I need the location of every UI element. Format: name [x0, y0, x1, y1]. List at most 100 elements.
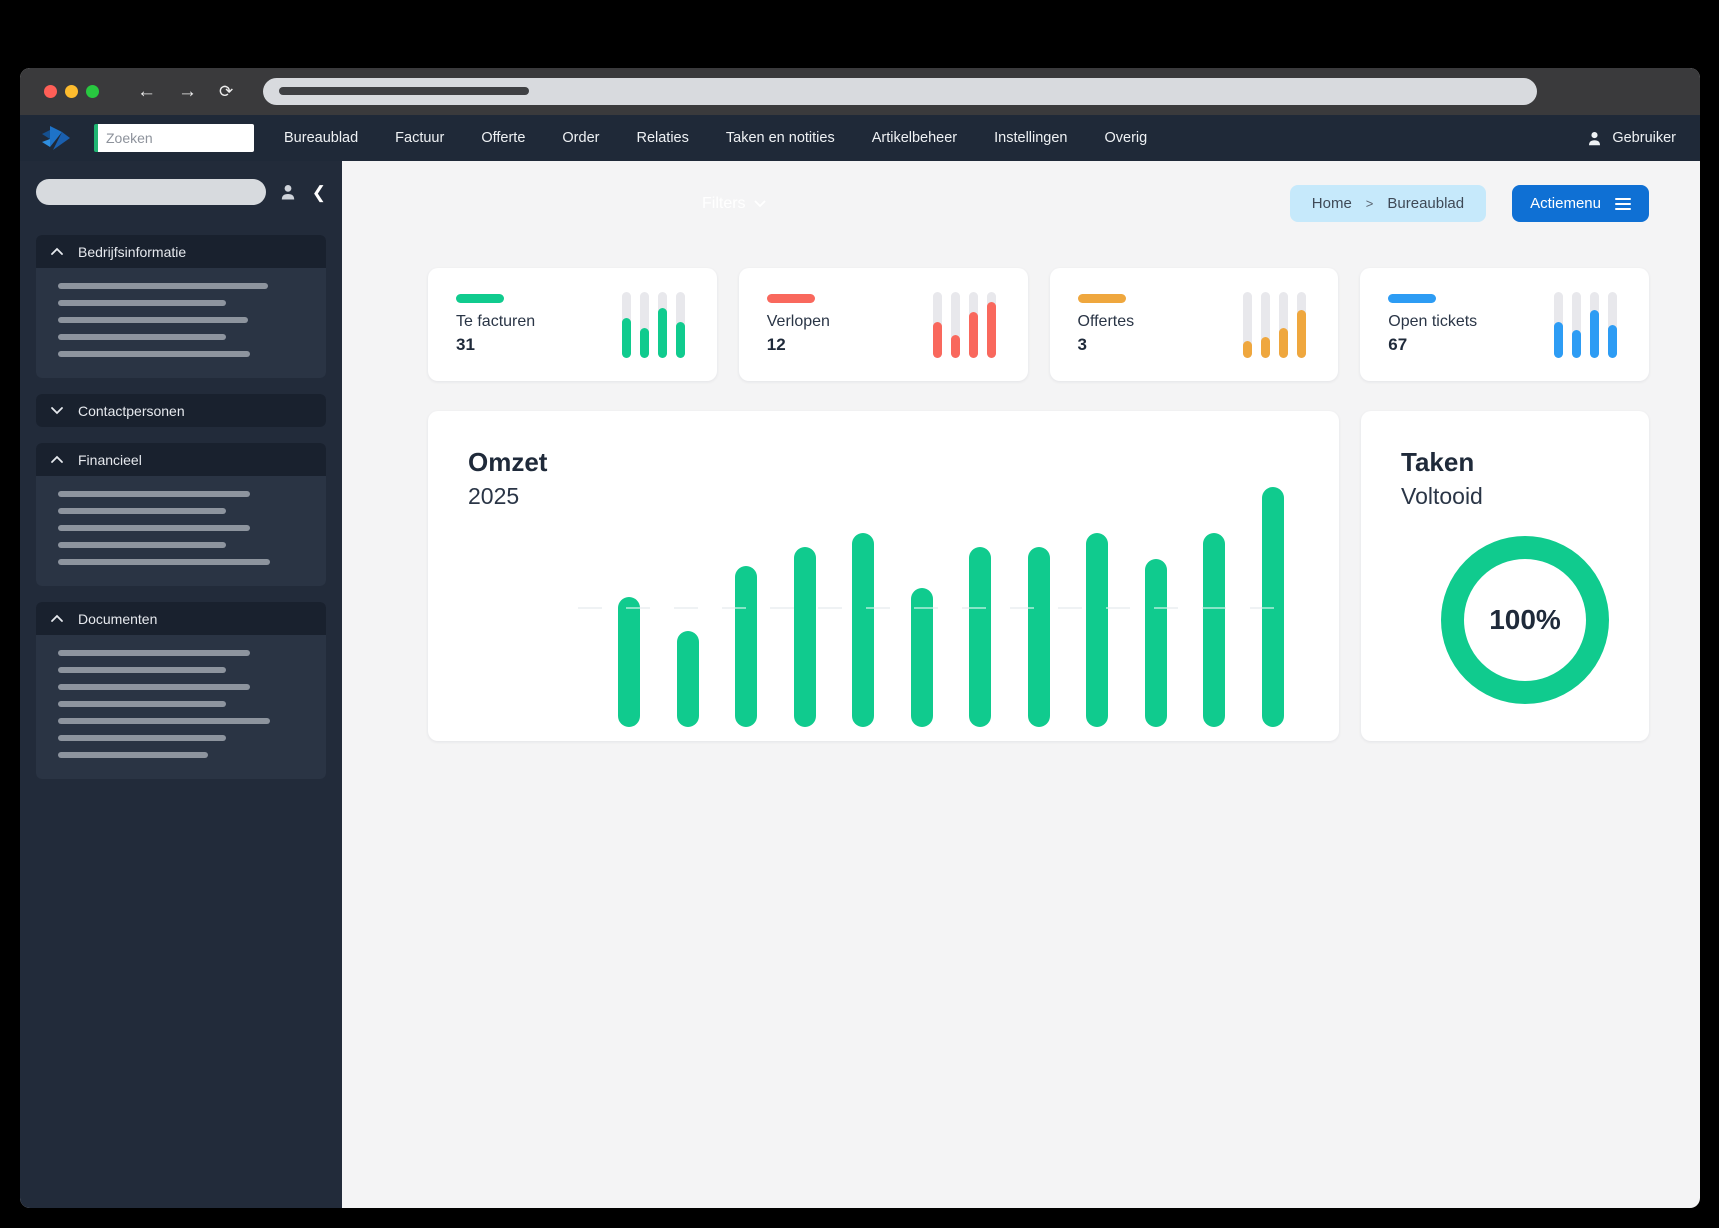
stat-card-offertes[interactable]: Offertes 3: [1049, 268, 1339, 381]
url-placeholder-text: [279, 87, 530, 95]
sparkline-bar-fill: [639, 327, 649, 358]
sparkline-bar-fill: [932, 321, 942, 358]
nav-item-factuur[interactable]: Factuur: [395, 130, 444, 146]
forward-icon[interactable]: →: [178, 82, 197, 101]
sidebar-section-label: Bedrijfsinformatie: [78, 243, 187, 260]
nav-item-bureaublad[interactable]: Bureaublad: [284, 130, 358, 146]
stat-card-info: Verlopen 12: [766, 294, 830, 355]
stat-color-pill: [766, 294, 815, 303]
placeholder-line: [58, 525, 250, 531]
nav-item-order[interactable]: Order: [562, 130, 599, 146]
nav-item-offerte[interactable]: Offerte: [481, 130, 525, 146]
stat-sparkline-chart: [1554, 291, 1617, 358]
tasks-title: Taken: [1401, 447, 1475, 477]
placeholder-line: [58, 718, 270, 724]
stat-sparkline-chart: [1243, 291, 1307, 358]
chevron-up-icon: [50, 614, 64, 623]
stat-card-value: 3: [1077, 335, 1087, 354]
browser-chrome: ← → ⟳: [20, 68, 1700, 115]
sidebar-section-documenten: Documenten: [36, 602, 326, 779]
placeholder-line: [58, 317, 248, 323]
breadcrumb-separator: >: [1365, 196, 1374, 211]
placeholder-line: [58, 701, 226, 707]
filters-dropdown[interactable]: Filters: [702, 195, 766, 213]
revenue-bar-10: [1144, 559, 1167, 727]
placeholder-line: [58, 542, 226, 548]
sparkline-bar-track: [1572, 291, 1581, 358]
sidebar-section-header-documenten[interactable]: Documenten: [36, 602, 326, 635]
traffic-lights: [44, 85, 99, 98]
sparkline-bar-track: [1608, 291, 1617, 358]
placeholder-line: [58, 735, 226, 741]
browser-window: ← → ⟳ Bureaublad Factuur Offerte Order Relat…: [20, 68, 1700, 1208]
sidebar-search-input[interactable]: [36, 179, 266, 205]
user-menu[interactable]: Gebruiker: [1586, 130, 1676, 147]
sparkline-bar-fill: [986, 301, 996, 358]
nav-item-instellingen[interactable]: Instellingen: [994, 130, 1067, 146]
navbar-menu: Bureaublad Factuur Offerte Order Relaties Tak…: [284, 130, 1147, 146]
sparkline-bar-track: [657, 291, 667, 358]
stat-color-pill: [1388, 294, 1437, 303]
stat-card-label: Open tickets: [1388, 313, 1478, 330]
stat-cards-row: Te facturen 31 Verlopen 12 Offertes 3 Open tic…: [428, 268, 1649, 381]
minimize-window-icon[interactable]: [65, 85, 78, 98]
sparkline-bar-fill: [1279, 327, 1289, 358]
sidebar-section-header-contactpersonen[interactable]: Contactpersonen: [36, 394, 326, 427]
sparkline-bar-fill: [1261, 336, 1271, 358]
back-icon[interactable]: ←: [137, 82, 156, 101]
placeholder-line: [58, 650, 250, 656]
sparkline-bar-track: [675, 291, 685, 358]
stat-card-label: Te facturen: [456, 313, 536, 330]
stat-card-value: 31: [456, 335, 475, 354]
zoom-window-icon[interactable]: [86, 85, 99, 98]
stat-card-te-facturen[interactable]: Te facturen 31: [428, 268, 717, 381]
tasks-card: Taken Voltooid 100%: [1361, 411, 1649, 741]
sidebar-section-header-bedrijfsinformatie[interactable]: Bedrijfsinformatie: [36, 235, 326, 268]
sidebar-section-financieel: Financieel: [36, 443, 326, 586]
tasks-donut-chart: 100%: [1441, 536, 1609, 704]
sparkline-bar-track: [932, 291, 942, 358]
revenue-bar-7: [969, 547, 992, 727]
breadcrumb: Home > Bureaublad: [1289, 185, 1487, 222]
app-logo-icon: [42, 126, 70, 150]
sidebar-section-panel-bedrijfsinformatie: [36, 268, 326, 378]
action-menu-button[interactable]: Actiemenu: [1512, 185, 1649, 222]
placeholder-line: [58, 684, 250, 690]
breadcrumb-current[interactable]: Bureaublad: [1387, 195, 1464, 212]
revenue-bar-4: [793, 547, 816, 727]
nav-item-relaties[interactable]: Relaties: [636, 130, 688, 146]
toolbar: Filters Home > Bureaublad Actiemenu: [428, 185, 1649, 222]
chevron-down-icon: [754, 200, 765, 207]
sparkline-bar-track: [1590, 291, 1599, 358]
stat-card-label: Offertes: [1077, 313, 1135, 330]
sidebar-section-header-financieel[interactable]: Financieel: [36, 443, 326, 476]
sidebar-collapse-icon[interactable]: ❮: [312, 184, 326, 201]
nav-item-artikelbeheer[interactable]: Artikelbeheer: [872, 130, 957, 146]
nav-item-overig[interactable]: Overig: [1105, 130, 1148, 146]
url-bar[interactable]: [263, 78, 1537, 105]
stat-card-verlopen[interactable]: Verlopen 12: [738, 268, 1028, 381]
sparkline-bar-track: [1261, 291, 1271, 358]
stat-card-open-tickets[interactable]: Open tickets 67: [1360, 268, 1649, 381]
placeholder-line: [58, 491, 250, 497]
stat-card-info: Offertes 3: [1077, 294, 1135, 355]
global-search-input[interactable]: [94, 124, 254, 152]
tasks-percentage: 100%: [1489, 604, 1561, 635]
sparkline-bar-fill: [1608, 324, 1617, 358]
sparkline-bar-track: [621, 291, 631, 358]
sidebar: ❮ Bedrijfsinformatie Contactpersonen Finan…: [20, 161, 342, 1208]
breadcrumb-home[interactable]: Home: [1312, 195, 1352, 212]
close-window-icon[interactable]: [44, 85, 57, 98]
sidebar-section-label: Contactpersonen: [78, 402, 185, 419]
contact-person-icon[interactable]: [278, 182, 298, 202]
stat-color-pill: [1077, 294, 1126, 303]
placeholder-line: [58, 334, 226, 340]
user-icon: [1589, 131, 1601, 145]
sparkline-bar-track: [968, 291, 978, 358]
sparkline-bar-fill: [1590, 309, 1599, 358]
sparkline-bar-track: [986, 291, 996, 358]
action-menu-label: Actiemenu: [1530, 195, 1601, 212]
reload-icon[interactable]: ⟳: [219, 83, 233, 100]
nav-item-taken-en-notities[interactable]: Taken en notities: [726, 130, 835, 146]
revenue-bar-9: [1086, 533, 1109, 727]
